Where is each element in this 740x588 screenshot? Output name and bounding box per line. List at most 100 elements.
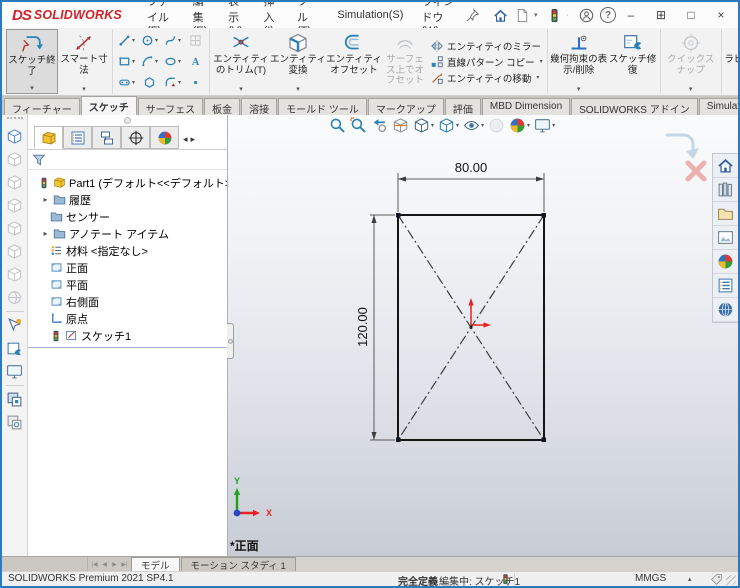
tab-dimxpert-manager[interactable] (121, 126, 150, 149)
view-orientation-caret-icon[interactable]: ▾ (431, 122, 434, 129)
home-button[interactable] (490, 5, 510, 25)
convert-entities-button[interactable]: エンティティ変換 ▾ (270, 29, 326, 94)
tab-feature-manager-tree[interactable] (34, 126, 63, 149)
graphics-viewport[interactable]: ▾ ▾ ▾ ▾ ▾ 80.00 120.00 Y X *正面 (228, 115, 738, 556)
tab-scroll-prev-icon[interactable]: ◀ (100, 561, 109, 568)
apply-scene-caret-icon[interactable]: ▾ (527, 122, 530, 129)
linear-pattern-button[interactable]: 直線パターン コピー ▾ (430, 55, 543, 69)
tree-item-material[interactable]: 材料 <指定なし> (28, 242, 227, 259)
home-tab-button[interactable] (713, 154, 738, 178)
tab-weldments[interactable]: 溶接 (241, 98, 278, 116)
sketch-picture-tool-button[interactable] (184, 30, 207, 51)
fillet-tool-button[interactable]: ▾ (161, 72, 184, 93)
appearances-button[interactable] (713, 250, 738, 274)
view-sphere-button[interactable] (4, 286, 26, 309)
edit-appearance-button[interactable] (487, 116, 506, 135)
confirmation-corner-cancel-icon[interactable] (684, 159, 708, 183)
panel-tab-left-icon[interactable]: ◂ (183, 134, 188, 145)
view-cube-button-1[interactable] (4, 125, 26, 148)
tab-markup[interactable]: マークアップ (367, 98, 444, 116)
tab-simulation[interactable]: Simulation (698, 98, 738, 115)
spline-tool-button[interactable]: ▾ (161, 30, 184, 51)
section-view-button[interactable] (391, 116, 410, 135)
point-tool-button[interactable] (184, 72, 207, 93)
tab-evaluate[interactable]: 評価 (444, 98, 481, 116)
dimension-height[interactable]: 120.00 (355, 214, 395, 441)
model-tab[interactable]: モデル (131, 557, 180, 572)
view-cube-button-4[interactable] (4, 194, 26, 217)
display-monitor-button[interactable] (4, 360, 26, 383)
linear-pattern-caret-icon[interactable]: ▾ (540, 58, 543, 65)
hide-show-caret-icon[interactable]: ▾ (481, 122, 484, 129)
tree-item-right-plane[interactable]: 右側面 (28, 293, 227, 310)
tree-item-sketch1[interactable]: スケッチ1 (28, 327, 227, 344)
expander-icon[interactable]: ▸ (41, 229, 50, 238)
exit-sketch-button[interactable]: スケッチ終了 ▾ (6, 29, 58, 94)
toolbar-grip[interactable] (6, 117, 23, 122)
tab-sheet-metal[interactable]: 板金 (204, 98, 241, 116)
mirror-entities-button[interactable]: エンティティのミラー (430, 39, 543, 53)
help-button[interactable]: ? (598, 5, 618, 25)
panel-tab-right-icon[interactable]: ▸ (191, 134, 196, 145)
tab-display-manager[interactable] (150, 126, 179, 149)
dimension-height-value[interactable]: 120.00 (355, 307, 370, 347)
move-entities-caret-icon[interactable]: ▾ (536, 74, 539, 81)
zoom-to-area-button[interactable] (349, 116, 368, 135)
expander-icon[interactable]: ▸ (41, 195, 50, 204)
tab-scroll-last-icon[interactable]: ▶| (120, 561, 129, 568)
tree-filter[interactable] (28, 150, 227, 170)
view-settings-button[interactable]: ▾ (533, 116, 556, 135)
panel-splitter[interactable] (227, 323, 234, 359)
motion-study-tab[interactable]: モーション スタディ 1 (180, 557, 296, 572)
smart-dimension-caret-icon[interactable]: ▾ (82, 86, 86, 93)
tab-scroll-first-icon[interactable]: |◀ (90, 561, 99, 568)
maximize-button[interactable]: □ (678, 5, 704, 25)
tag-icon[interactable] (710, 573, 723, 586)
hide-show-items-button[interactable]: ▾ (462, 116, 485, 135)
zoom-to-fit-button[interactable] (328, 116, 347, 135)
move-entities-button[interactable]: エンティティの移動 ▾ (430, 71, 543, 85)
previous-view-button[interactable] (370, 116, 389, 135)
stacked-cubes-button-1[interactable] (4, 388, 26, 411)
slot-tool-button[interactable]: ▾ (115, 72, 138, 93)
view-cube-button-6[interactable] (4, 240, 26, 263)
minimize-button[interactable]: – (618, 5, 644, 25)
tab-features[interactable]: フィーチャー (4, 98, 80, 116)
account-button[interactable] (576, 5, 596, 25)
tab-mold-tools[interactable]: モールド ツール (278, 98, 367, 116)
rapid-sketch-button[interactable]: ラピッドスケッチ (724, 29, 738, 94)
display-relations-caret-icon[interactable]: ▾ (577, 86, 581, 93)
display-relations-button[interactable]: 幾何拘束の表示/削除 ▾ (550, 29, 608, 94)
ellipse-tool-button[interactable]: ▾ (161, 51, 184, 72)
design-library-button[interactable] (713, 178, 738, 202)
tab-scroll-next-icon[interactable]: ▶ (110, 561, 119, 568)
new-document-button[interactable] (512, 5, 532, 25)
line-tool-button[interactable]: ▾ (115, 30, 138, 51)
close-button[interactable]: × (708, 5, 734, 25)
sketch-settings-button[interactable] (4, 337, 26, 360)
tree-item-front-plane[interactable]: 正面 (28, 259, 227, 276)
exit-sketch-caret-icon[interactable]: ▾ (30, 85, 34, 92)
tree-item-history[interactable]: ▸ 履歴 (28, 191, 227, 208)
custom-properties-button[interactable] (713, 274, 738, 298)
restore-button[interactable]: ⊞ (648, 5, 674, 25)
tree-item-annotations[interactable]: ▸ アノテート アイテム (28, 225, 227, 242)
convert-caret-icon[interactable]: ▾ (296, 86, 300, 93)
selection-tool-button[interactable] (4, 314, 26, 337)
3dexperience-button[interactable] (713, 298, 738, 322)
menu-simulation[interactable]: Simulation(S) (328, 4, 412, 26)
trim-entities-button[interactable]: エンティティのトリム(T) ▾ (212, 29, 270, 94)
display-style-caret-icon[interactable]: ▾ (456, 122, 459, 129)
dimension-width-value[interactable]: 80.00 (455, 160, 488, 175)
tab-configuration-manager[interactable] (92, 126, 121, 149)
new-document-caret-icon[interactable]: ▾ (534, 11, 542, 19)
file-explorer-button[interactable] (713, 202, 738, 226)
trim-caret-icon[interactable]: ▾ (239, 86, 243, 93)
view-orientation-button[interactable]: ▾ (412, 116, 435, 135)
pin-menu-icon[interactable] (465, 5, 480, 25)
tab-sketch[interactable]: スケッチ (80, 96, 137, 115)
dimension-width[interactable]: 80.00 (397, 160, 545, 212)
rectangle-tool-button[interactable]: ▾ (115, 51, 138, 72)
tab-property-manager[interactable] (63, 126, 92, 149)
display-style-button[interactable]: ▾ (437, 116, 460, 135)
